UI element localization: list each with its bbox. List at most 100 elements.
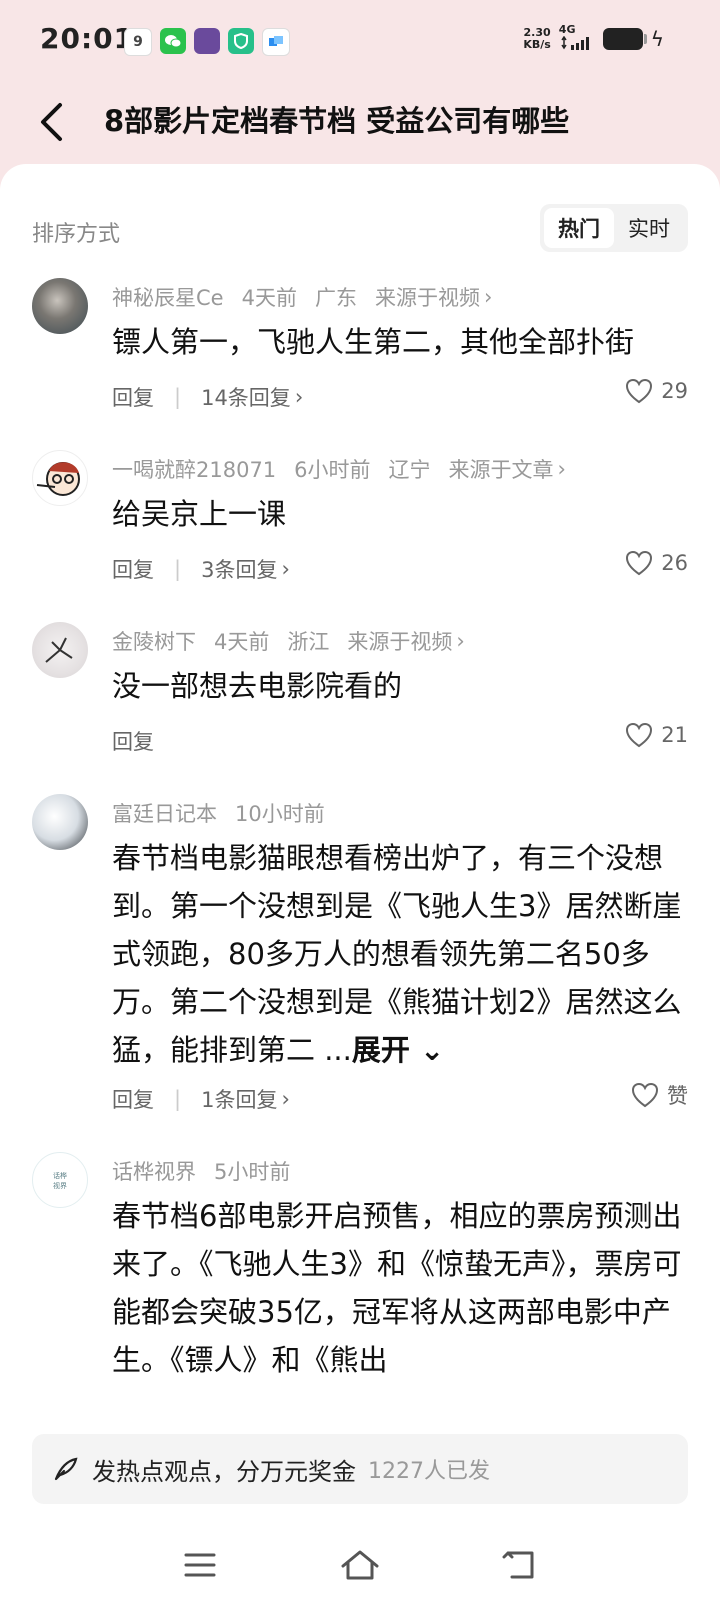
comment-item: 富廷日记本 10小时前 春节档电影猫眼想看榜出炉了，有三个没想到。第一个没想到是… xyxy=(0,794,720,1114)
menu-button[interactable] xyxy=(175,1540,225,1590)
back-button[interactable] xyxy=(26,94,76,150)
comment-meta: 话桦视界 5小时前 xyxy=(112,1156,290,1186)
comment-item: 金陵树下 4天前 浙江 来源于视频 › 没一部想去电影院看的 回复 21 xyxy=(0,622,720,762)
home-icon xyxy=(341,1550,379,1580)
comment-item: 神秘辰星Ce 4天前 广东 来源于视频 › 镖人第一，飞驰人生第二，其他全部扑街 … xyxy=(0,278,720,418)
comment-time: 4天前 xyxy=(214,630,270,654)
comment-location: 辽宁 xyxy=(388,458,431,482)
network-speed: 2.30 KB/s xyxy=(523,25,551,51)
heart-icon xyxy=(626,722,653,748)
status-notification-icons: 9 xyxy=(124,28,290,56)
system-nav-bar xyxy=(0,1530,720,1600)
divider: | xyxy=(174,557,182,581)
view-replies-button[interactable]: 1条回复 › xyxy=(201,1084,290,1114)
avatar[interactable] xyxy=(32,450,88,506)
comment-text: 春节档6部电影开启预售，相应的票房预测出来了。《飞驰人生3》和《惊蛰无声》，票房… xyxy=(112,1199,682,1377)
chevron-right-icon: › xyxy=(294,385,304,409)
comment-meta: 富廷日记本 10小时前 xyxy=(112,798,325,828)
back-nav-button[interactable] xyxy=(495,1540,545,1590)
svg-text:视界: 视界 xyxy=(53,1181,67,1190)
view-replies-button[interactable]: 3条回复 › xyxy=(201,554,290,584)
chevron-right-icon: › xyxy=(281,1087,290,1111)
comment-time: 5小时前 xyxy=(214,1160,291,1184)
status-time: 20:01 xyxy=(40,22,135,55)
app-icon xyxy=(194,28,220,54)
comment-item: 一喝就醉218071 6小时前 辽宁 来源于文章 › 给吴京上一课 回复 | 3条… xyxy=(0,450,720,590)
heart-icon xyxy=(626,378,653,404)
username[interactable]: 话桦视界 xyxy=(112,1156,196,1186)
comment-time: 6小时前 xyxy=(294,458,371,482)
like-count: 21 xyxy=(661,723,688,747)
comment-text: 给吴京上一课 xyxy=(112,497,287,531)
comment-meta: 金陵树下 4天前 浙江 来源于视频 › xyxy=(112,626,465,656)
reply-button[interactable]: 回复 xyxy=(112,554,154,584)
source-link[interactable]: 来源于文章 › xyxy=(449,454,566,484)
like-button[interactable]: 赞 xyxy=(631,1080,688,1110)
reply-button[interactable]: 回复 xyxy=(112,1084,154,1114)
post-count: 1227人已发 xyxy=(368,1459,490,1484)
view-replies-button[interactable]: 14条回复 › xyxy=(201,382,303,412)
comments-panel: 排序方式 热门 实时 神秘辰星Ce 4天前 广东 来源于视频 › 镖人第一，飞驰人… xyxy=(0,164,720,1608)
sort-latest-tab[interactable]: 实时 xyxy=(614,208,684,248)
like-button[interactable]: 21 xyxy=(625,722,688,748)
sort-label: 排序方式 xyxy=(32,222,121,247)
reply-button[interactable]: 回复 xyxy=(112,382,154,412)
comment-text: 镖人第一，飞驰人生第二，其他全部扑街 xyxy=(112,325,635,359)
signal-icon: 4G xyxy=(559,24,595,53)
like-button[interactable]: 26 xyxy=(625,550,688,576)
expand-button[interactable]: 展开 ⌄ xyxy=(352,1033,444,1067)
menu-icon xyxy=(184,1553,216,1577)
post-opinion-bar[interactable]: 发热点观点，分万元奖金 1227人已发 xyxy=(32,1434,688,1504)
sort-row: 排序方式 热门 实时 xyxy=(0,204,720,256)
page-title: 8部影片定档春节档 受益公司有哪些 xyxy=(104,104,570,138)
svg-text:话桦: 话桦 xyxy=(53,1171,67,1180)
chevron-down-icon: ⌄ xyxy=(420,1033,445,1067)
avatar[interactable]: 话桦 视界 xyxy=(32,1152,88,1208)
page-header: 8部影片定档春节档 受益公司有哪些 xyxy=(0,84,720,164)
source-link[interactable]: 来源于视频 › xyxy=(375,282,492,312)
battery-icon xyxy=(602,27,647,50)
return-icon xyxy=(502,1551,534,1579)
home-button[interactable] xyxy=(335,1540,385,1590)
username[interactable]: 富廷日记本 xyxy=(112,798,217,828)
charging-icon: ϟ xyxy=(650,26,664,51)
post-prompt: 发热点观点，分万元奖金 xyxy=(92,1457,356,1486)
message-icon xyxy=(262,28,290,56)
divider: | xyxy=(174,385,182,409)
comment-actions: 回复 xyxy=(112,726,154,756)
comment-location: 浙江 xyxy=(287,630,330,654)
like-count: 26 xyxy=(661,551,688,575)
chevron-right-icon: › xyxy=(456,629,465,653)
wechat-icon xyxy=(160,28,186,54)
comment-location: 广东 xyxy=(314,286,357,310)
username[interactable]: 神秘辰星Ce xyxy=(112,282,224,312)
username[interactable]: 一喝就醉218071 xyxy=(112,454,276,484)
pen-icon xyxy=(54,1457,78,1481)
comment-actions: 回复 | 3条回复 › xyxy=(112,554,290,584)
back-arrow-icon xyxy=(41,103,62,141)
sort-toggle: 热门 实时 xyxy=(540,204,688,252)
username[interactable]: 金陵树下 xyxy=(112,626,196,656)
notification-icon: 9 xyxy=(124,28,152,56)
avatar[interactable] xyxy=(32,278,88,334)
like-count: 29 xyxy=(661,379,688,403)
comment-meta: 神秘辰星Ce 4天前 广东 来源于视频 › xyxy=(112,282,492,312)
avatar[interactable] xyxy=(32,794,88,850)
sort-hot-tab[interactable]: 热门 xyxy=(544,208,614,248)
comment-time: 4天前 xyxy=(241,286,297,310)
heart-icon xyxy=(631,1082,659,1108)
avatar[interactable] xyxy=(32,622,88,678)
like-button[interactable]: 29 xyxy=(625,378,688,404)
chevron-right-icon: › xyxy=(557,457,566,481)
comment-time: 10小时前 xyxy=(235,802,325,826)
like-count: 赞 xyxy=(667,1084,688,1108)
reply-button[interactable]: 回复 xyxy=(112,726,154,756)
chevron-right-icon: › xyxy=(281,557,290,581)
comment-actions: 回复 | 1条回复 › xyxy=(112,1084,290,1114)
chevron-right-icon: › xyxy=(483,285,493,309)
comment-item: 话桦 视界 话桦视界 5小时前 春节档6部电影开启预售，相应的票房预测出来了。《飞… xyxy=(0,1152,720,1392)
status-bar: 20:01 9 2.30 KB/s 4G ϟ xyxy=(0,0,720,84)
status-right: 2.30 KB/s 4G ϟ xyxy=(523,24,664,53)
comment-text: 没一部想去电影院看的 xyxy=(112,669,403,703)
source-link[interactable]: 来源于视频 › xyxy=(347,626,464,656)
